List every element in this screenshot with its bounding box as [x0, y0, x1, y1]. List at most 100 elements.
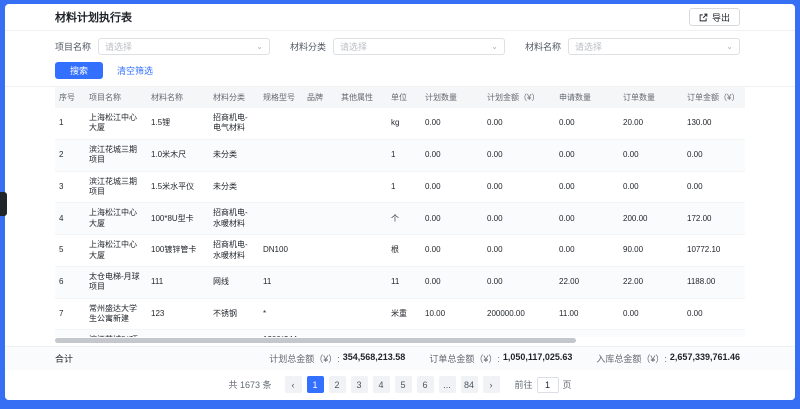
table-cell: 1.00	[555, 330, 619, 337]
export-icon	[699, 13, 708, 22]
table-cell: 1188.00	[683, 266, 745, 298]
table-cell: 0.00	[421, 235, 483, 267]
column-header: 项目名称	[85, 87, 147, 108]
column-header: 订单金额（¥）	[683, 87, 745, 108]
table-cell: 0.00	[619, 171, 683, 203]
table-cell: 0.00	[619, 298, 683, 330]
table-cell	[337, 235, 387, 267]
material-plan-table: 序号项目名称材料名称材料分类规格型号品牌其他属性单位计划数量计划金额（¥）申请数…	[55, 87, 745, 337]
table-cell: 1.5米水平仪	[147, 171, 209, 203]
table-cell: 0.00	[483, 330, 555, 337]
table-cell	[337, 171, 387, 203]
table-cell: 3	[55, 171, 85, 203]
table-cell: 招商机电-水暖材料	[209, 203, 259, 235]
filter-group-material: 材料名称 请选择 ⌄	[525, 38, 740, 55]
table-cell: 111	[147, 266, 209, 298]
table-cell	[303, 203, 337, 235]
table-cell: 0.00	[421, 203, 483, 235]
column-header: 品牌	[303, 87, 337, 108]
table-cell: 1.5锂	[147, 108, 209, 139]
chevron-down-icon: ⌄	[491, 44, 498, 50]
summary-label: 合计	[55, 352, 73, 365]
filter-group-category: 材料分类 请选择 ⌄	[290, 38, 505, 55]
goto-page: 前往 页	[515, 377, 572, 393]
table-cell: 不锈钢	[209, 298, 259, 330]
pagination: 共 1673 条 ‹ 123456... 84 › 前往 页	[5, 370, 795, 400]
table-cell: 123	[147, 298, 209, 330]
table-cell	[337, 298, 387, 330]
table-cell: 1	[387, 171, 421, 203]
page-button-3[interactable]: 3	[351, 376, 368, 393]
table-row[interactable]: 5上海松江中心大厦100镀锌管卡招商机电-水暖材料DN100根0.000.000…	[55, 235, 745, 267]
table-cell: 0.00	[555, 108, 619, 139]
table-cell	[259, 108, 303, 139]
table-cell: 22.00	[555, 266, 619, 298]
page-button-6[interactable]: 6	[417, 376, 434, 393]
table-cell	[259, 171, 303, 203]
material-name-select[interactable]: 请选择 ⌄	[568, 38, 740, 55]
table-row[interactable]: 6太仓电梯-月球项目111网线11110.000.0022.0022.00118…	[55, 266, 745, 298]
table-cell: 滨江花城三期项目	[85, 139, 147, 171]
page-header: 材料计划执行表 导出	[5, 4, 795, 31]
table-cell: 7	[55, 298, 85, 330]
table-cell: 0.00	[683, 330, 745, 337]
project-name-select[interactable]: 请选择 ⌄	[98, 38, 270, 55]
prev-page-button[interactable]: ‹	[285, 376, 302, 393]
search-button[interactable]: 搜索	[55, 62, 103, 79]
scrollbar-thumb[interactable]	[55, 338, 576, 343]
table-row[interactable]: 8滨江花城8#项目-分包12石膏板墙面辅材1200*244*0*12龙牌根0.0…	[55, 330, 745, 337]
table-cell: 100*8U型卡	[147, 203, 209, 235]
export-button-label: 导出	[712, 11, 730, 24]
page-button-1[interactable]: 1	[307, 376, 324, 393]
main-panel: 材料计划执行表 导出 项目名称 请选择 ⌄ 材料分类 请选择	[5, 4, 795, 400]
table-row[interactable]: 3滨江花城三期项目1.5米水平仪未分类10.000.000.000.000.00	[55, 171, 745, 203]
page-button-84[interactable]: 84	[461, 376, 478, 393]
table-cell: 200.00	[619, 203, 683, 235]
table-cell: 172.00	[683, 203, 745, 235]
chevron-down-icon: ⌄	[726, 44, 733, 50]
column-header: 计划数量	[421, 87, 483, 108]
column-header: 规格型号	[259, 87, 303, 108]
table-cell: 8	[55, 330, 85, 337]
select-placeholder: 请选择	[575, 40, 602, 53]
table-cell: 0.00	[683, 139, 745, 171]
table-cell: 个	[387, 203, 421, 235]
summary-row: 合计 计划总金额（¥）: 354,568,213.58 订单总金额（¥）: 1,…	[5, 346, 795, 370]
order-total-amount: 订单总金额（¥）: 1,050,117,025.63	[429, 352, 572, 365]
page-button-4[interactable]: 4	[373, 376, 390, 393]
table-cell	[337, 139, 387, 171]
table-row[interactable]: 4上海松江中心大厦100*8U型卡招商机电-水暖材料个0.000.000.002…	[55, 203, 745, 235]
table-row[interactable]: 1上海松江中心大厦1.5锂招商机电-电气材料kg0.000.000.0020.0…	[55, 108, 745, 139]
page-buttons: 123456... 84	[307, 376, 478, 393]
clear-filters-button[interactable]: 清空筛选	[107, 64, 163, 77]
table-cell: 100镀锌管卡	[147, 235, 209, 267]
material-category-select[interactable]: 请选择 ⌄	[333, 38, 505, 55]
table-cell	[303, 171, 337, 203]
chevron-down-icon: ⌄	[256, 44, 263, 50]
filter-group-project: 项目名称 请选择 ⌄	[55, 38, 270, 55]
goto-page-input[interactable]	[537, 377, 559, 393]
drawer-handle[interactable]	[0, 192, 7, 216]
column-header: 其他属性	[337, 87, 387, 108]
table-cell: 0.00	[483, 203, 555, 235]
table-row[interactable]: 2滨江花城三期项目1.0米木尺未分类10.000.000.000.000.00	[55, 139, 745, 171]
table-cell: 1.0米木尺	[147, 139, 209, 171]
column-header: 申请数量	[555, 87, 619, 108]
page-button-5[interactable]: 5	[395, 376, 412, 393]
next-page-button[interactable]: ›	[483, 376, 500, 393]
table-cell: kg	[387, 108, 421, 139]
table-cell: 上海松江中心大厦	[85, 108, 147, 139]
page-button-2[interactable]: 2	[329, 376, 346, 393]
summary-items: 计划总金额（¥）: 354,568,213.58 订单总金额（¥）: 1,050…	[269, 352, 740, 365]
export-button[interactable]: 导出	[689, 8, 740, 26]
total-count: 共 1673 条	[228, 378, 271, 391]
table-cell: 0.00	[421, 171, 483, 203]
table-cell: 0.00	[555, 235, 619, 267]
table-row[interactable]: 7常州盛达大学生公寓新建123不锈钢*米重10.00200000.0011.00…	[55, 298, 745, 330]
page-ellipsis[interactable]: ...	[439, 376, 456, 393]
table-cell	[259, 139, 303, 171]
table-cell: 130.00	[683, 108, 745, 139]
table-cell: *	[259, 298, 303, 330]
goto-prefix: 前往	[515, 378, 533, 391]
table-body: 1上海松江中心大厦1.5锂招商机电-电气材料kg0.000.000.0020.0…	[55, 108, 745, 337]
